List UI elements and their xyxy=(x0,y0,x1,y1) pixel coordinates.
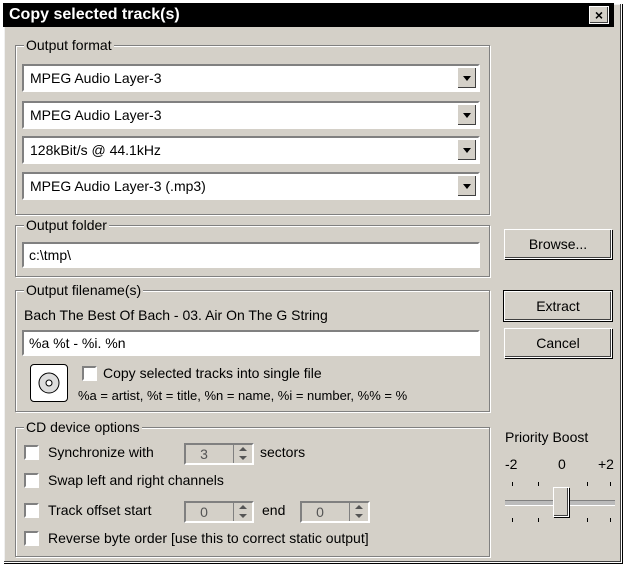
output-filenames-legend: Output filename(s) xyxy=(24,282,144,298)
offset-start-spinner[interactable]: 0 xyxy=(184,501,254,523)
filename-pattern-input[interactable]: %a %t - %i. %n xyxy=(22,330,480,356)
sectors-label: sectors xyxy=(260,444,306,460)
slider-tick xyxy=(610,482,611,486)
format-select-2[interactable]: MPEG Audio Layer-3 xyxy=(22,101,480,129)
close-button[interactable]: × xyxy=(589,6,609,24)
track-offset-label: Track offset start xyxy=(48,502,152,518)
slider-tick xyxy=(512,482,513,486)
bitrate-select[interactable]: 128kBit/s @ 44.1kHz xyxy=(22,136,480,164)
reverse-byte-label: Reverse byte order [use this to correct … xyxy=(48,530,369,546)
priority-boost-label: Priority Boost xyxy=(505,429,589,445)
window-title: Copy selected track(s) xyxy=(9,6,180,23)
synchronize-label: Synchronize with xyxy=(48,444,154,460)
cd-icon xyxy=(30,364,68,402)
extension-select[interactable]: MPEG Audio Layer-3 (.mp3) xyxy=(22,172,480,200)
priority-slider-thumb[interactable] xyxy=(553,487,569,517)
browse-button[interactable]: Browse... xyxy=(504,229,612,259)
priority-mid-label: 0 xyxy=(558,456,566,472)
chevron-down-icon[interactable] xyxy=(457,67,477,89)
reverse-byte-checkbox[interactable] xyxy=(24,531,39,546)
swap-channels-label: Swap left and right channels xyxy=(48,472,224,488)
chevron-down-icon[interactable] xyxy=(457,104,477,126)
slider-tick xyxy=(610,518,611,522)
cd-device-legend: CD device options xyxy=(24,419,142,435)
single-file-label: Copy selected tracks into single file xyxy=(103,365,322,381)
spinner-arrows-icon[interactable] xyxy=(233,445,252,463)
chevron-down-icon[interactable] xyxy=(457,175,477,197)
offset-end-label: end xyxy=(262,502,286,518)
spinner-arrows-icon[interactable] xyxy=(349,503,368,521)
slider-tick xyxy=(512,518,513,522)
priority-max-label: +2 xyxy=(598,456,614,472)
output-format-legend: Output format xyxy=(24,37,114,53)
format-select-1[interactable]: MPEG Audio Layer-3 xyxy=(22,64,480,92)
output-folder-input[interactable]: c:\tmp\ xyxy=(22,242,480,268)
output-folder-legend: Output folder xyxy=(24,217,109,233)
filename-preview: Bach The Best Of Bach - 03. Air On The G… xyxy=(24,307,328,323)
slider-tick xyxy=(538,482,539,486)
pattern-help-text: %a = artist, %t = title, %n = name, %i =… xyxy=(78,388,408,403)
slider-tick xyxy=(587,482,588,486)
offset-end-spinner[interactable]: 0 xyxy=(300,501,370,523)
slider-tick xyxy=(538,518,539,522)
priority-min-label: -2 xyxy=(505,456,518,472)
chevron-down-icon[interactable] xyxy=(457,139,477,161)
swap-channels-checkbox[interactable] xyxy=(24,473,39,488)
slider-tick xyxy=(587,518,588,522)
title-bar: Copy selected track(s) × xyxy=(3,3,614,27)
sectors-spinner[interactable]: 3 xyxy=(184,443,254,465)
track-offset-checkbox[interactable] xyxy=(24,503,39,518)
single-file-checkbox[interactable] xyxy=(82,366,97,381)
cancel-button[interactable]: Cancel xyxy=(504,328,612,358)
extract-button[interactable]: Extract xyxy=(503,290,613,322)
synchronize-checkbox[interactable] xyxy=(24,445,39,460)
spinner-arrows-icon[interactable] xyxy=(233,503,252,521)
